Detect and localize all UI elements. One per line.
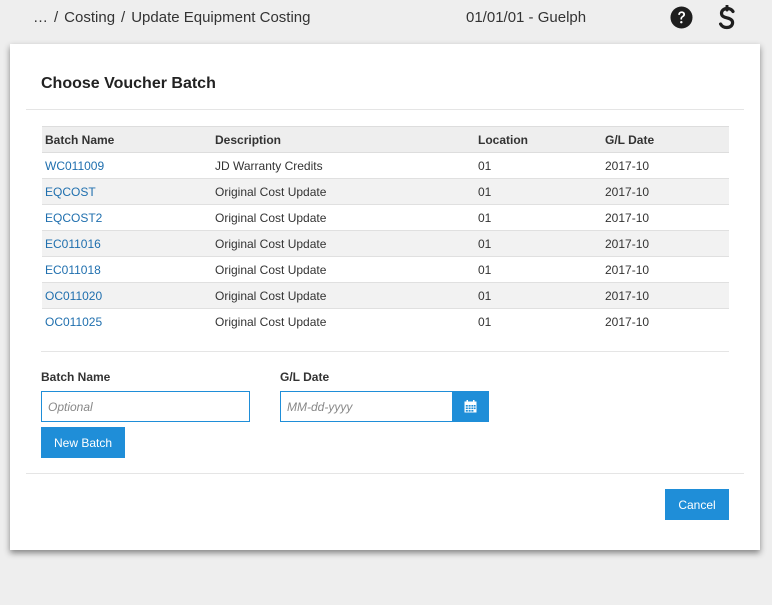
description-cell: Original Cost Update: [212, 230, 475, 257]
question-circle-icon[interactable]: [670, 6, 693, 29]
table-row[interactable]: EC011018 Original Cost Update 01 2017-10: [42, 256, 729, 283]
breadcrumb-current-page: Update Equipment Costing: [131, 9, 311, 26]
breadcrumb-separator: /: [54, 9, 59, 26]
gl-date-cell: 2017-10: [602, 204, 729, 231]
batch-link[interactable]: EC011016: [45, 237, 101, 251]
location-cell: 01: [475, 282, 602, 309]
batch-name-input[interactable]: [41, 391, 250, 422]
column-header-location[interactable]: Location: [475, 126, 602, 153]
batch-name-cell: WC011009: [42, 152, 212, 179]
table-row[interactable]: EC011016 Original Cost Update 01 2017-10: [42, 230, 729, 257]
location-cell: 01: [475, 204, 602, 231]
description-cell: Original Cost Update: [212, 178, 475, 205]
batch-name-cell: OC011025: [42, 309, 212, 335]
description-cell: Original Cost Update: [212, 282, 475, 309]
table-divider: [41, 351, 729, 352]
table-row[interactable]: WC011009 JD Warranty Credits 01 2017-10: [42, 152, 729, 179]
batch-name-cell: EQCOST: [42, 178, 212, 205]
breadcrumb-separator: /: [121, 9, 126, 26]
batch-link[interactable]: OC011020: [45, 289, 102, 303]
batch-name-label: Batch Name: [41, 370, 111, 384]
batch-name-cell: EC011018: [42, 256, 212, 283]
dialog-title: Choose Voucher Batch: [41, 75, 216, 92]
batch-link[interactable]: EQCOST2: [45, 211, 102, 225]
date-picker-button[interactable]: [452, 391, 489, 422]
gl-date-cell: 2017-10: [602, 282, 729, 309]
gl-date-cell: 2017-10: [602, 230, 729, 257]
voucher-batch-table: Batch Name Description Location G/L Date…: [42, 126, 729, 335]
gl-date-cell: 2017-10: [602, 256, 729, 283]
table-row[interactable]: OC011025 Original Cost Update 01 2017-10: [42, 309, 729, 335]
choose-voucher-batch-dialog: Choose Voucher Batch Batch Name Descript…: [10, 44, 760, 550]
batch-name-cell: EQCOST2: [42, 204, 212, 231]
batch-link[interactable]: WC011009: [45, 159, 104, 173]
description-cell: Original Cost Update: [215, 314, 327, 329]
gl-date-cell: 2017-10: [602, 178, 729, 205]
column-header-batch-name[interactable]: Batch Name: [42, 126, 212, 153]
title-divider: [26, 109, 744, 110]
location-cell: 01: [475, 230, 602, 257]
column-header-gl-date[interactable]: G/L Date: [602, 126, 729, 153]
batch-link[interactable]: EC011018: [45, 263, 101, 277]
gl-date-input[interactable]: [280, 391, 453, 422]
new-batch-button[interactable]: New Batch: [41, 427, 125, 458]
table-header-row: Batch Name Description Location G/L Date: [42, 126, 729, 153]
description-cell: Original Cost Update: [212, 256, 475, 283]
column-header-description[interactable]: Description: [212, 126, 475, 153]
gl-date-cell: 2017-10: [602, 152, 729, 179]
location-cell: 01: [475, 178, 602, 205]
batch-link[interactable]: OC011025: [45, 315, 102, 329]
top-bar: … / Costing / Update Equipment Costing 01/01…: [0, 0, 772, 37]
gl-date-label: G/L Date: [280, 370, 330, 384]
breadcrumb-ellipsis[interactable]: …: [33, 9, 48, 26]
table-row[interactable]: EQCOST2 Original Cost Update 01 2017-10: [42, 204, 729, 231]
calendar-icon: [464, 400, 477, 413]
breadcrumb-costing[interactable]: Costing: [64, 9, 115, 26]
description-cell: Original Cost Update: [212, 204, 475, 231]
table-row[interactable]: EQCOST Original Cost Update 01 2017-10: [42, 178, 729, 205]
location-cell: 01: [478, 314, 492, 329]
table-row[interactable]: OC011020 Original Cost Update 01 2017-10: [42, 282, 729, 309]
gl-date-cell: 2017-10: [605, 314, 650, 329]
company-location-context: 01/01/01 - Guelph: [466, 9, 587, 26]
s-logo-icon[interactable]: [716, 5, 738, 31]
batch-link[interactable]: EQCOST: [45, 185, 96, 199]
description-cell: JD Warranty Credits: [212, 152, 475, 179]
batch-name-cell: OC011020: [42, 282, 212, 309]
cancel-button[interactable]: Cancel: [665, 489, 729, 520]
batch-name-cell: EC011016: [42, 230, 212, 257]
footer-divider: [26, 473, 744, 474]
location-cell: 01: [475, 152, 602, 179]
breadcrumb: … / Costing / Update Equipment Costing: [33, 9, 310, 26]
location-cell: 01: [475, 256, 602, 283]
